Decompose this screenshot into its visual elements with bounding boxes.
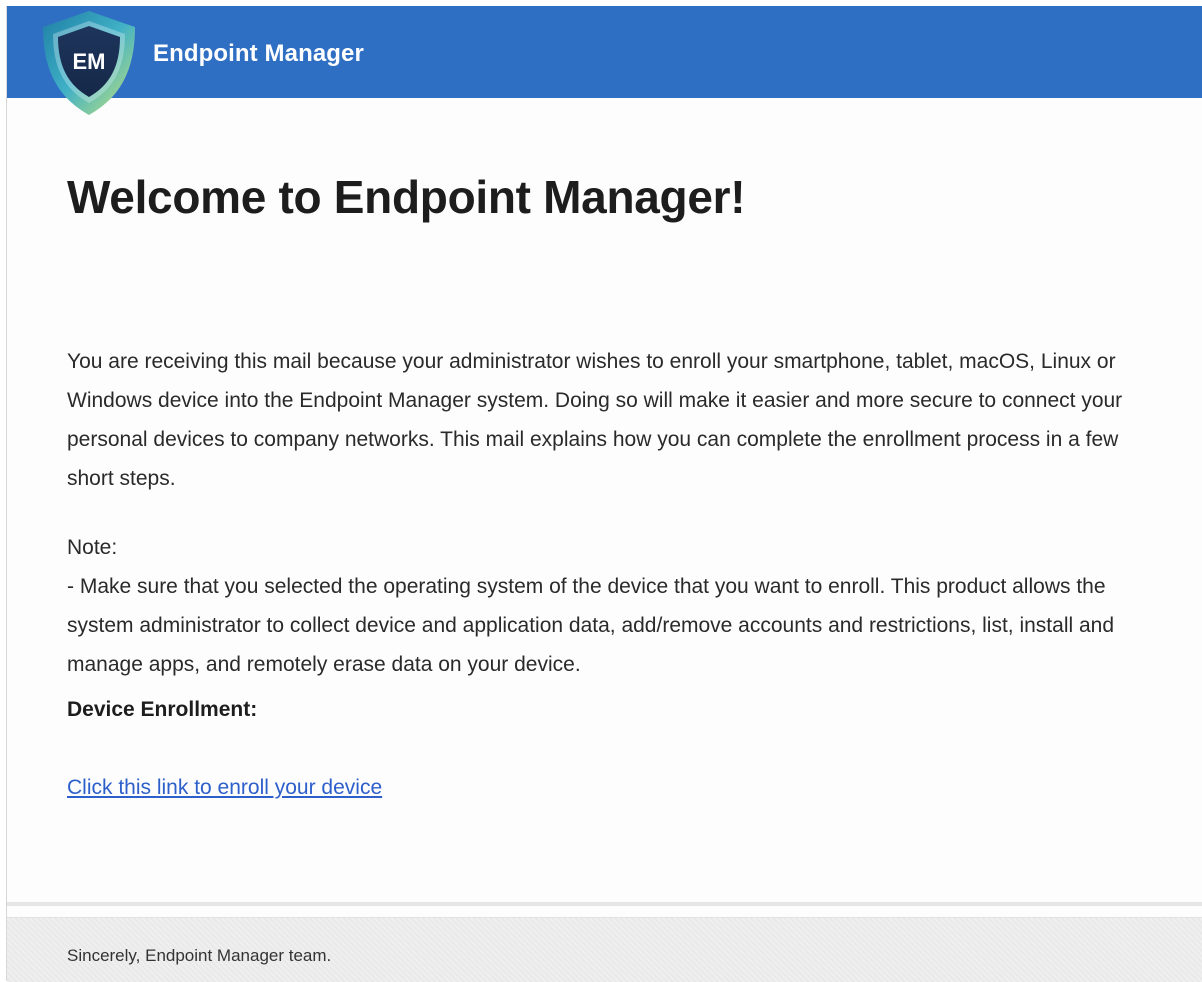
note-text: - Make sure that you selected the operat… xyxy=(67,575,1115,676)
brand-name: Endpoint Manager xyxy=(153,40,364,67)
footer-signature: Sincerely, Endpoint Manager team. xyxy=(67,946,332,965)
note-label: Note: xyxy=(67,536,118,559)
enroll-device-link[interactable]: Click this link to enroll your device xyxy=(67,768,382,807)
email-header: EM Endpoint Manager xyxy=(7,6,1202,115)
email-body: You are receiving this mail because your… xyxy=(67,342,1157,807)
email-footer: Sincerely, Endpoint Manager team. xyxy=(7,917,1202,982)
logo-text: EM xyxy=(73,49,106,74)
email-frame: EM Endpoint Manager Welcome to Endpoint … xyxy=(6,6,1202,982)
footer-divider xyxy=(7,902,1202,906)
intro-paragraph: You are receiving this mail because your… xyxy=(67,350,1123,490)
shield-logo-icon: EM xyxy=(43,11,135,115)
note-section: Note: - Make sure that you selected the … xyxy=(67,528,1157,684)
email-title: Welcome to Endpoint Manager! xyxy=(67,171,746,223)
enrollment-heading: Device Enrollment: xyxy=(67,698,258,721)
